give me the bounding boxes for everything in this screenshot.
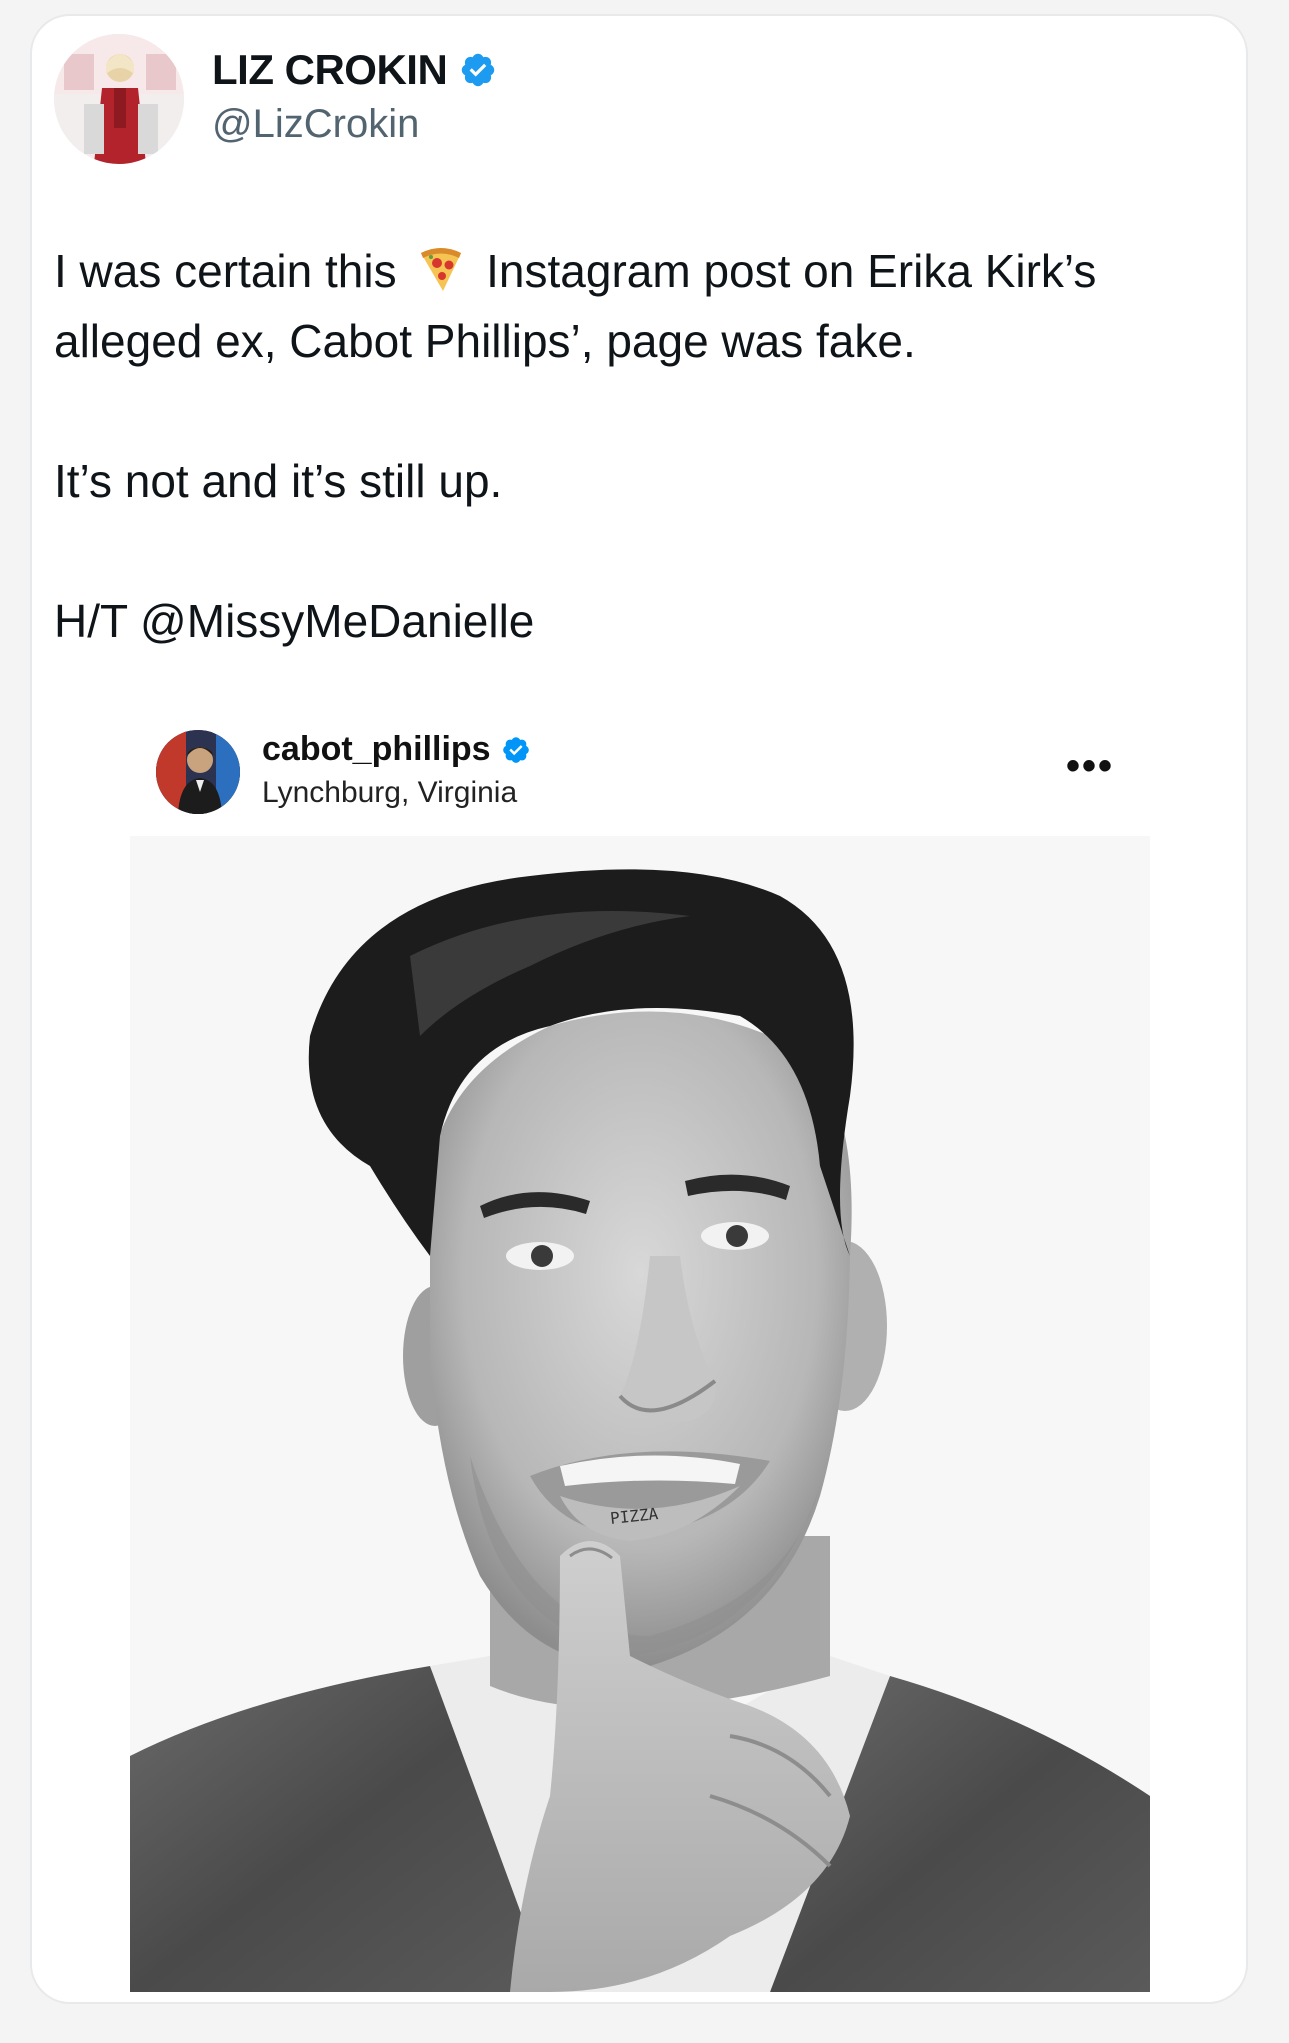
verified-badge-icon xyxy=(502,736,529,763)
embedded-username[interactable]: cabot_phillips xyxy=(262,730,491,769)
embedded-user-row: cabot_phillips xyxy=(262,730,531,769)
author-display-name[interactable]: LIZ CROKIN xyxy=(212,46,448,94)
pizza-emoji-icon xyxy=(421,248,462,291)
tweet-text-paragraph-1: I was certain this Instagram post on Eri… xyxy=(54,236,1214,376)
tweet-text-paragraph-2: It’s not and it’s still up. xyxy=(54,455,503,507)
tweet-text: I was certain this Instagram post on Eri… xyxy=(54,236,1214,656)
author-avatar-image xyxy=(54,34,184,164)
embedded-avatar-image xyxy=(156,730,240,814)
author-handle[interactable]: @LizCrokin xyxy=(212,102,419,147)
author-name-row: LIZ CROKIN xyxy=(212,46,497,94)
embedded-post-header: cabot_phillips Lynchburg, Virginia ••• xyxy=(130,716,1150,836)
more-options-icon[interactable]: ••• xyxy=(1066,746,1114,786)
author-avatar[interactable] xyxy=(54,34,184,164)
tweet-text-line2: alleged ex, Cabot Phillips’, page was fa… xyxy=(54,315,916,367)
tweet-text-paragraph-3: H/T @MissyMeDanielle xyxy=(54,595,535,647)
tweet-text-line1-start: I was certain this xyxy=(54,245,397,297)
embedded-post-photo: PIZZA xyxy=(130,836,1150,1992)
verified-badge-icon xyxy=(462,53,495,87)
embedded-location[interactable]: Lynchburg, Virginia xyxy=(262,776,517,810)
embedded-post-avatar[interactable] xyxy=(156,730,240,814)
portrait-photo: PIZZA xyxy=(130,836,1150,1992)
page: LIZ CROKIN @LizCrokin I was certain this… xyxy=(0,0,1289,2043)
tweet-text-line1-end: Instagram post on Erika Kirk’s xyxy=(486,245,1097,297)
